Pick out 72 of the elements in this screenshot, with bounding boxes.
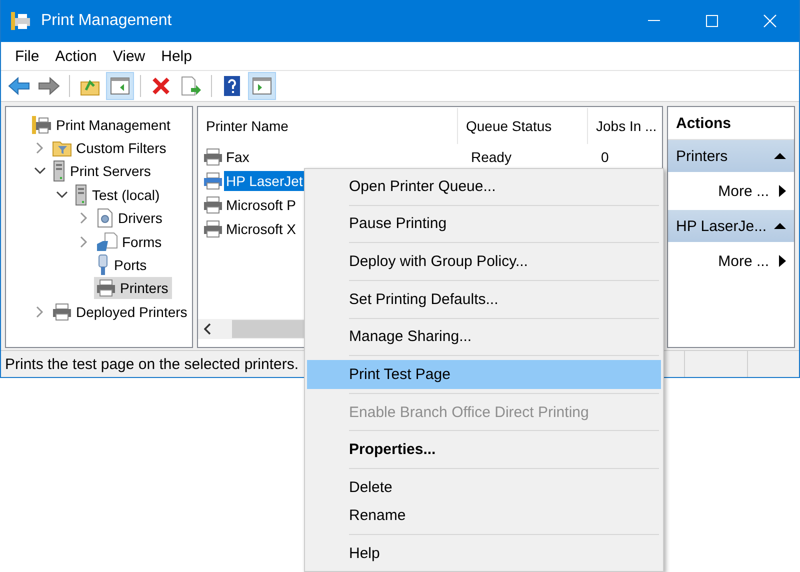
app-icon [9, 11, 31, 31]
menu-item[interactable]: File [7, 43, 48, 69]
column-header[interactable]: Jobs In ... [588, 108, 662, 144]
collapse-chevron-icon[interactable] [56, 190, 68, 199]
expand-chevron-icon[interactable] [80, 236, 88, 248]
context-menu-item[interactable]: Properties... [307, 435, 661, 464]
tree-item[interactable]: Test (local) [72, 184, 164, 206]
list-item[interactable]: HP LaserJet [224, 171, 305, 191]
expand-chevron-icon[interactable] [80, 212, 88, 224]
minimize-icon [648, 20, 660, 22]
printer-icon [52, 302, 72, 321]
context-menu-item[interactable]: Rename [307, 502, 661, 530]
close-icon [763, 14, 777, 28]
menu-item[interactable]: View [104, 43, 154, 69]
more-actions-link[interactable]: More ... [668, 242, 794, 280]
context-menu-item[interactable]: Deploy with Group Policy... [307, 247, 661, 276]
show-actions-icon [252, 77, 272, 95]
show-tree-icon [110, 77, 130, 95]
tree-item[interactable]: Ports [94, 254, 151, 276]
server-icon [74, 184, 88, 206]
printer-icon [96, 279, 116, 298]
list-item[interactable]: Fax [224, 147, 252, 167]
delete-icon [151, 76, 171, 96]
list-item[interactable]: Microsoft P [224, 195, 298, 215]
menu-item[interactable]: Help [153, 43, 200, 69]
forward-arrow-icon [38, 77, 60, 95]
right-triangle-icon [779, 185, 786, 197]
collapse-triangle-icon [774, 152, 786, 160]
context-menu-item[interactable]: Set Printing Defaults... [307, 284, 661, 314]
list-item[interactable]: Microsoft X [224, 219, 298, 239]
menu-item[interactable]: Action [47, 43, 105, 69]
printer-icon [203, 196, 223, 214]
collapse-chevron-icon[interactable] [34, 167, 46, 176]
printer-icon [203, 220, 223, 238]
right-triangle-icon [779, 255, 786, 267]
actions-section-header[interactable]: Printers [668, 140, 794, 172]
column-header[interactable]: Queue Status [458, 108, 588, 144]
forms-icon [96, 232, 118, 252]
port-plug-icon [96, 254, 110, 276]
server-icon [52, 160, 66, 182]
context-menu-item[interactable]: Delete [307, 473, 661, 502]
window-title: Print Management [41, 12, 173, 30]
collapse-triangle-icon [774, 222, 786, 230]
context-menu-item[interactable]: Pause Printing [307, 210, 661, 238]
context-menu-item[interactable]: Open Printer Queue... [307, 172, 661, 201]
maximize-icon [706, 15, 718, 27]
scroll-left-icon[interactable] [204, 323, 212, 335]
help-icon [223, 75, 241, 97]
printer-icon [203, 172, 223, 190]
printer-icon [203, 148, 223, 166]
expand-chevron-icon[interactable] [36, 306, 44, 318]
tree-item[interactable]: Print Management [28, 114, 174, 136]
tree-item[interactable]: Print Servers [50, 160, 155, 182]
context-menu-item[interactable]: Print Test Page [307, 360, 661, 389]
back-arrow-icon [8, 77, 30, 95]
tree-item[interactable]: Printers [94, 277, 172, 300]
tree-item[interactable]: Forms [94, 230, 166, 253]
table-cell-text: 0 [600, 149, 610, 165]
filter-folder-icon [52, 139, 72, 158]
table-cell-text: Ready [470, 149, 512, 165]
tree-item[interactable]: Deployed Printers [50, 300, 192, 323]
context-menu-item[interactable]: Help [307, 539, 661, 568]
tree-item[interactable]: Custom Filters [50, 137, 170, 160]
export-list-icon [180, 76, 202, 96]
expand-chevron-icon[interactable] [36, 142, 44, 154]
toolbar-button[interactable] [248, 72, 276, 100]
tree-item[interactable]: Drivers [94, 207, 166, 230]
context-menu-item[interactable]: Manage Sharing... [307, 322, 661, 352]
actions-section-header[interactable]: HP LaserJe... [668, 210, 794, 242]
column-header[interactable]: Printer Name [198, 108, 458, 144]
more-actions-link[interactable]: More ... [668, 172, 794, 210]
toolbar-button[interactable] [106, 72, 134, 100]
